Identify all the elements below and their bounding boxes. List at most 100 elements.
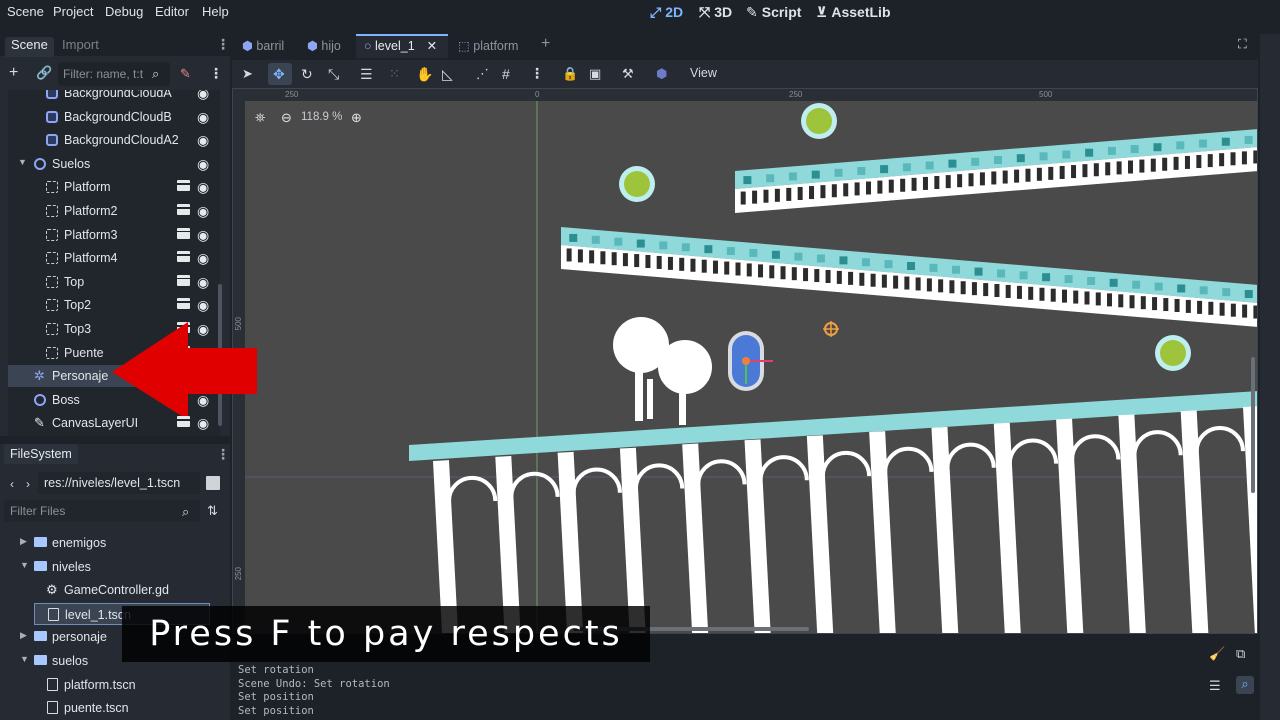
- tree-item-suelos[interactable]: ▼ Suelos ◉: [8, 153, 220, 175]
- tab-level-1[interactable]: ○ level_1 ✕: [364, 38, 437, 53]
- zoom-out-icon[interactable]: ⊖: [281, 110, 292, 126]
- file-item[interactable]: ▶ enemigos: [8, 532, 220, 554]
- filesystem-menu-icon[interactable]: ⋮: [216, 446, 230, 463]
- select-tool-icon[interactable]: ➤: [242, 66, 253, 82]
- tree-item-platform[interactable]: Platform ◉: [8, 176, 220, 198]
- split-view-icon[interactable]: [206, 476, 220, 490]
- scale-tool-icon[interactable]: ⤡: [328, 66, 339, 82]
- visibility-eye-icon[interactable]: ◉: [197, 156, 209, 173]
- visibility-eye-icon[interactable]: ◉: [197, 274, 209, 291]
- close-tab-icon[interactable]: ✕: [427, 39, 437, 53]
- script-attach-icon[interactable]: ✎: [180, 66, 191, 82]
- visibility-eye-icon[interactable]: ◉: [197, 415, 209, 432]
- scene-menu-icon[interactable]: ⋮: [209, 65, 223, 81]
- forward-icon[interactable]: ›: [26, 476, 30, 492]
- add-tab-icon[interactable]: +: [541, 35, 550, 53]
- tab-hijo[interactable]: ⬢ hijo: [307, 38, 341, 53]
- menu-scene[interactable]: Scene: [7, 4, 44, 19]
- file-item[interactable]: platform.tscn: [8, 674, 220, 696]
- open-scene-icon[interactable]: [177, 204, 190, 215]
- workspace-assetlib-tab[interactable]: ⊻ AssetLib: [816, 4, 891, 21]
- menu-debug[interactable]: Debug: [105, 4, 143, 19]
- copy-output-icon[interactable]: ⧉: [1236, 646, 1245, 662]
- menu-editor[interactable]: Editor: [155, 4, 189, 19]
- dock-menu-icon[interactable]: ⋮: [216, 36, 230, 53]
- workspace-3d-tab[interactable]: ⤧ 3D: [699, 4, 732, 21]
- tab-import[interactable]: Import: [62, 37, 99, 52]
- output-line: Scene Undo: Set rotation: [238, 677, 390, 690]
- tree-item-top[interactable]: Top ◉: [8, 271, 220, 293]
- filter-output-icon[interactable]: ☰: [1209, 678, 1221, 694]
- visibility-layer-icon[interactable]: ⬢: [656, 66, 667, 82]
- pivot-tool-icon[interactable]: ⁙: [389, 66, 400, 82]
- grid-snap-icon[interactable]: #: [502, 66, 510, 82]
- visibility-eye-icon[interactable]: ◉: [197, 109, 209, 126]
- add-node-icon[interactable]: +: [9, 65, 18, 81]
- filesystem-title[interactable]: FileSystem: [4, 444, 78, 464]
- expand-arrow-icon[interactable]: ▶: [20, 630, 27, 641]
- file-item[interactable]: puente.tscn: [8, 697, 220, 719]
- ruler-tool-icon[interactable]: ◺: [442, 66, 453, 82]
- filesystem-path-field[interactable]: res://niveles/level_1.tscn: [38, 472, 200, 494]
- visibility-eye-icon[interactable]: ◉: [197, 90, 209, 102]
- viewport-canvas[interactable]: 250 0 250 500 500 250 ⛯ ⊖ 118.9 % ⊕: [232, 88, 1258, 634]
- smart-snap-icon[interactable]: ⋰: [476, 66, 489, 82]
- open-scene-icon[interactable]: [177, 416, 190, 428]
- collapse-arrow-icon[interactable]: ▼: [18, 157, 27, 167]
- file-item[interactable]: ▼ niveles: [8, 556, 220, 578]
- snap-menu-icon[interactable]: ⋮: [530, 65, 544, 81]
- fullscreen-icon[interactable]: ⛶: [1238, 37, 1247, 52]
- tree-item-top2[interactable]: Top2 ◉: [8, 294, 220, 316]
- vertical-scrollbar[interactable]: [1251, 357, 1255, 493]
- group-icon[interactable]: ▣: [589, 66, 601, 82]
- visibility-eye-icon[interactable]: ◉: [197, 227, 209, 244]
- link-icon[interactable]: 🔗: [36, 65, 52, 81]
- move-tool-icon[interactable]: ✥: [273, 66, 285, 82]
- tree-item-platform4[interactable]: Platform4 ◉: [8, 247, 220, 269]
- workspace-script-tab[interactable]: ✎ Script: [746, 4, 801, 21]
- rotate-tool-icon[interactable]: ↻: [301, 66, 313, 82]
- bridge-arch: [945, 442, 996, 468]
- tree-item-backgroundclouda2[interactable]: BackgroundCloudA2 ◉: [8, 129, 220, 151]
- filesystem-filter-input[interactable]: Filter Files: [4, 500, 200, 522]
- visibility-eye-icon[interactable]: ◉: [197, 250, 209, 267]
- workspace-2d-tab[interactable]: ⤢ 2D: [650, 4, 683, 21]
- tab-scene[interactable]: Scene: [5, 37, 54, 57]
- tree-item-label: Platform3: [64, 227, 118, 242]
- visibility-eye-icon[interactable]: ◉: [197, 203, 209, 220]
- visibility-eye-icon[interactable]: ◉: [197, 179, 209, 196]
- zoom-level[interactable]: 118.9 %: [301, 111, 342, 123]
- bone-icon[interactable]: ⚒: [622, 66, 634, 82]
- open-scene-icon[interactable]: [177, 298, 190, 310]
- scene-drawing: [245, 101, 1257, 633]
- zoom-in-icon[interactable]: ⊕: [351, 110, 362, 126]
- menu-project[interactable]: Project: [53, 4, 93, 19]
- tree-item-platform3[interactable]: Platform3 ◉: [8, 224, 220, 246]
- collapse-arrow-icon[interactable]: ▼: [20, 654, 29, 664]
- open-scene-icon[interactable]: [177, 274, 190, 286]
- lock-icon[interactable]: 🔒: [562, 66, 578, 82]
- back-icon[interactable]: ‹: [10, 476, 14, 492]
- tab-platform[interactable]: ⬚ platform: [458, 38, 518, 53]
- visibility-eye-icon[interactable]: ◉: [197, 132, 209, 149]
- tree-item-backgroundcloudb[interactable]: BackgroundCloudB ◉: [8, 106, 220, 128]
- file-item[interactable]: ⚙ GameController.gd: [8, 579, 220, 601]
- search-output-icon[interactable]: ⌕: [1236, 676, 1254, 694]
- open-scene-icon[interactable]: [177, 227, 190, 239]
- view-menu[interactable]: View: [690, 65, 717, 81]
- open-scene-icon[interactable]: [177, 251, 190, 263]
- open-scene-icon[interactable]: [177, 180, 190, 192]
- list-tool-icon[interactable]: ☰: [360, 66, 373, 82]
- node-icon: [34, 157, 46, 170]
- tree-item-platform2[interactable]: Platform2 ◉: [8, 200, 220, 222]
- sort-icon[interactable]: ⇅: [207, 503, 218, 519]
- pan-tool-icon[interactable]: ✋: [416, 66, 433, 82]
- visibility-eye-icon[interactable]: ◉: [197, 297, 209, 314]
- menu-help[interactable]: Help: [202, 4, 229, 19]
- tree-item-backgroundclouda[interactable]: BackgroundCloudA ◉: [8, 90, 220, 104]
- expand-arrow-icon[interactable]: ▶: [20, 536, 27, 547]
- tab-barril[interactable]: ⬢ barril: [242, 38, 284, 53]
- center-view-icon[interactable]: ⛯: [255, 110, 265, 126]
- clear-output-icon[interactable]: 🧹: [1209, 646, 1225, 662]
- collapse-arrow-icon[interactable]: ▼: [20, 560, 29, 570]
